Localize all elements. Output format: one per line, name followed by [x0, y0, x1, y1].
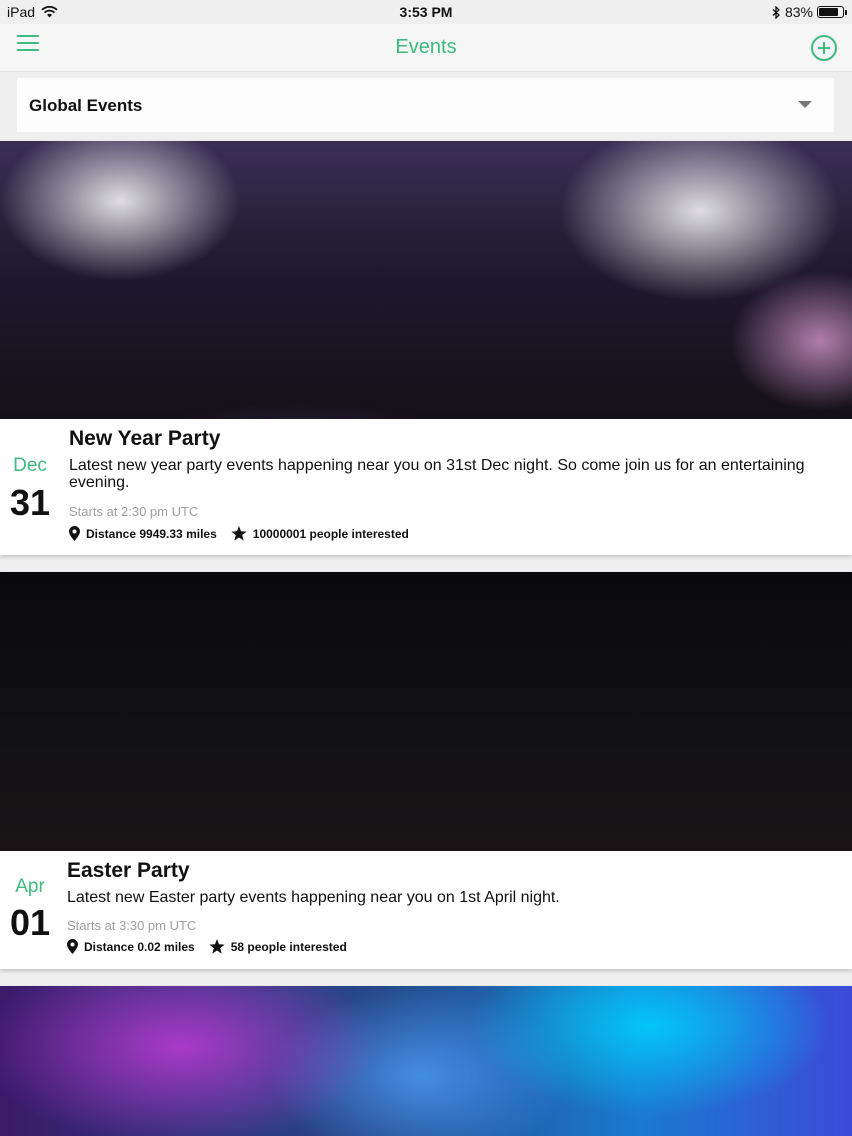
status-right: 83% — [772, 4, 847, 20]
event-card[interactable]: Dec 31 New Year Party Latest new year pa… — [0, 141, 852, 555]
event-start-time: Starts at 3:30 pm UTC — [67, 918, 197, 933]
event-meta: Distance 0.02 miles 58 people interested — [67, 939, 361, 954]
event-scope-label: Global Events — [29, 96, 143, 115]
event-image — [0, 141, 852, 419]
star-icon — [209, 939, 225, 954]
event-card[interactable]: Apr 01 Easter Party Latest new Easter pa… — [0, 572, 852, 969]
event-image — [0, 986, 852, 1136]
status-bar: iPad 3:53 PM 83% — [0, 0, 852, 24]
event-month: Apr — [15, 876, 45, 897]
event-day: 01 — [9, 902, 51, 943]
event-details: Apr 01 Easter Party Latest new Easter pa… — [0, 851, 852, 969]
caret-down-icon — [798, 101, 812, 108]
event-description: Latest new year party events happening n… — [69, 457, 805, 491]
status-time: 3:53 PM — [399, 4, 453, 20]
battery-fill — [819, 8, 839, 16]
event-scope-dropdown[interactable]: Global Events — [17, 78, 834, 132]
event-distance-text: Distance 0.02 miles — [84, 939, 195, 954]
event-distance-text: Distance 9949.33 miles — [86, 526, 217, 541]
battery-icon — [817, 6, 847, 18]
event-interest-text: 58 people interested — [230, 939, 347, 954]
battery-percent: 83% — [784, 4, 813, 20]
star-icon — [231, 526, 247, 541]
event-distance: Distance 0.02 miles — [67, 939, 195, 954]
map-pin-icon — [69, 526, 80, 541]
event-interest-text: 10000001 people interested — [252, 526, 409, 541]
add-event-icon[interactable] — [811, 35, 837, 61]
bluetooth-icon — [772, 5, 780, 19]
event-card[interactable] — [0, 986, 852, 1136]
page-title: Events — [395, 36, 457, 58]
event-interest: 10000001 people interested — [231, 526, 409, 541]
event-month: Dec — [13, 455, 47, 476]
event-interest: 58 people interested — [209, 939, 347, 954]
nav-bar: Events — [0, 24, 852, 72]
event-title: New Year Party — [69, 427, 221, 450]
events-screen: iPad 3:53 PM 83% Events Global Events De… — [0, 0, 852, 1136]
event-details: Dec 31 New Year Party Latest new year pa… — [0, 419, 852, 555]
map-pin-icon — [67, 939, 78, 954]
event-title: Easter Party — [67, 859, 190, 882]
event-start-time: Starts at 2:30 pm UTC — [69, 504, 199, 519]
event-distance: Distance 9949.33 miles — [69, 526, 217, 541]
event-image — [0, 572, 852, 851]
event-meta: Distance 9949.33 miles 10000001 people i… — [69, 526, 423, 541]
event-day: 31 — [9, 482, 51, 523]
event-description: Latest new Easter party events happening… — [67, 889, 560, 906]
